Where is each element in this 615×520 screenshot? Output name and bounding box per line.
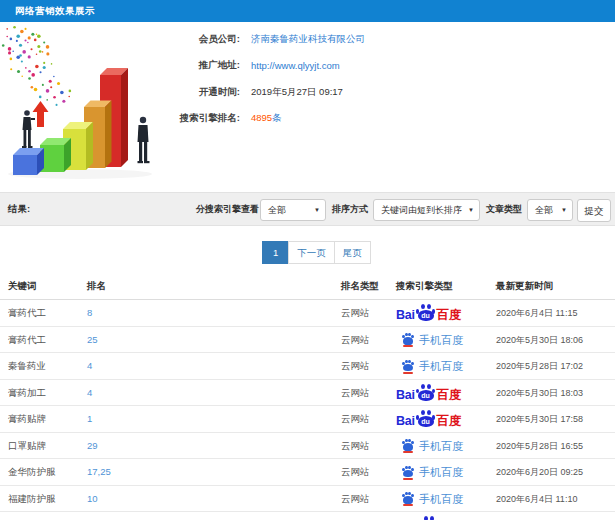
rank-link[interactable]: 4 xyxy=(87,353,92,380)
baidu-logo-icon: Bai du 百度 xyxy=(396,384,462,402)
keyword-cell: 金华防护服 xyxy=(8,459,56,486)
engine-cell: Bai du 百度 手机百度 xyxy=(396,406,462,433)
rank-type-cell: 云网站 xyxy=(341,486,370,513)
promotion-url-link[interactable]: http://www.qlyyjt.com xyxy=(251,60,340,71)
updated-cell: 2020年5月28日 17:02 xyxy=(496,353,583,380)
baidu-logo-icon: Bai du 百度 xyxy=(396,410,462,428)
summary-section: 会员公司: 济南秦鲁药业科技有限公司 推广地址: http://www.qlyy… xyxy=(0,22,615,192)
mobile-baidu-icon: 手机百度 xyxy=(402,327,463,354)
rank-link[interactable]: 10 xyxy=(87,486,98,513)
engine-cell: Bai du 百度 手机百度 xyxy=(396,433,463,460)
keyword-cell: 口罩贴牌 xyxy=(8,433,46,460)
chevron-down-icon: ▼ xyxy=(561,200,567,220)
results-table: 关键词 排名 排名类型 搜索引擎类型 最新更新时间 膏药代工 8 云网站 Bai… xyxy=(0,273,615,520)
engine-cell: Bai du 百度 手机百度 xyxy=(396,353,463,380)
header-updated: 最新更新时间 xyxy=(496,273,553,300)
sort-filter-select[interactable]: 关键词由短到长排序▼ xyxy=(373,199,480,221)
company-row: 会员公司: 济南秦鲁药业科技有限公司 xyxy=(78,26,498,53)
result-label: 结果: xyxy=(8,193,30,225)
table-row: 口罩贴牌 29 云网站 Bai du 百度 手机百度 2020年5月28日 16… xyxy=(0,433,615,460)
updated-cell: 2020年6月4日 11:10 xyxy=(496,486,577,513)
keyword-cell: 膏药代工 xyxy=(8,327,46,354)
rank-type-cell: 云网站 xyxy=(341,406,370,433)
table-row: 金华防护服 17,25 云网站 Bai du 百度 手机百度 2020年6月20… xyxy=(0,459,615,486)
engine-filter-label: 分搜索引擎查看 xyxy=(196,193,259,225)
page: 网络营销效果展示 xyxy=(0,0,615,520)
updated-cell: 2020年6月20日 09:25 xyxy=(496,459,583,486)
next-page-button[interactable]: 下一页 xyxy=(288,241,335,264)
rank-count: 4895 xyxy=(251,112,272,123)
table-row: 福建防护服 10 云网站 Bai du 百度 手机百度 2020年6月4日 11… xyxy=(0,486,615,513)
table-row: 膏药加工 4 云网站 Bai du 百度 手机百度 2020年5月30日 18:… xyxy=(0,380,615,407)
rank-type-cell: 云网站 xyxy=(341,327,370,354)
mobile-baidu-icon: 手机百度 xyxy=(402,353,463,380)
account-info: 会员公司: 济南秦鲁药业科技有限公司 推广地址: http://www.qlyy… xyxy=(78,26,498,132)
engine-cell: Bai du 百度 手机百度 xyxy=(396,486,463,513)
engine-cell: Bai du 百度 手机百度 xyxy=(396,459,463,486)
rank-type-cell: 云网站 xyxy=(341,433,370,460)
updated-cell: 2020年5月30日 17:58 xyxy=(496,406,583,433)
engine-rank-label: 搜索引擎排名: xyxy=(78,112,240,125)
title-bar: 网络营销效果展示 xyxy=(0,0,615,22)
page-title: 网络营销效果展示 xyxy=(15,0,95,22)
rank-type-cell: 云网站 xyxy=(341,353,370,380)
type-filter-select[interactable]: 全部▼ xyxy=(527,199,573,221)
engine-rank-row: 搜索引擎排名: 4895条 xyxy=(78,106,498,133)
keyword-cell: 秦鲁药业 xyxy=(8,353,46,380)
sort-filter-label: 排序方式 xyxy=(332,193,368,225)
keyword-cell: 膏药贴牌 xyxy=(8,406,46,433)
baidu-logo-icon: Bai du 百度 xyxy=(396,304,462,322)
table-row-partial: Bai du 百度 xyxy=(0,512,615,520)
table-row: 膏药代工 25 云网站 Bai du 百度 手机百度 2020年5月30日 18… xyxy=(0,327,615,354)
page-1-button[interactable]: 1 xyxy=(262,241,289,264)
table-header: 关键词 排名 排名类型 搜索引擎类型 最新更新时间 xyxy=(0,273,615,300)
table-row: 秦鲁药业 4 云网站 Bai du 百度 手机百度 2020年5月28日 17:… xyxy=(0,353,615,380)
rank-link[interactable]: 29 xyxy=(87,433,98,460)
header-rank: 排名 xyxy=(87,273,106,300)
url-label: 推广地址: xyxy=(78,59,240,72)
type-filter-label: 文章类型 xyxy=(486,193,522,225)
header-engine-type: 搜索引擎类型 xyxy=(396,273,453,300)
engine-cell: Bai du 百度 手机百度 xyxy=(396,380,462,407)
engine-cell: Bai du 百度 手机百度 xyxy=(396,300,462,327)
mobile-baidu-icon: 手机百度 xyxy=(402,459,463,486)
header-rank-type: 排名类型 xyxy=(341,273,379,300)
rank-type-cell: 云网站 xyxy=(341,459,370,486)
rank-type-cell: 云网站 xyxy=(341,380,370,407)
rank-link[interactable]: 1 xyxy=(87,406,92,433)
updated-cell: 2020年5月30日 18:06 xyxy=(496,327,583,354)
pagination: 1 下一页 尾页 xyxy=(262,241,371,264)
engine-cell: Bai du 百度 手机百度 xyxy=(396,327,463,354)
keyword-cell: 膏药代工 xyxy=(8,300,46,327)
mobile-baidu-icon: 手机百度 xyxy=(402,486,463,513)
last-page-button[interactable]: 尾页 xyxy=(334,241,371,264)
updated-cell: 2020年5月28日 16:55 xyxy=(496,433,583,460)
filter-bar: 结果: 分搜索引擎查看 全部▼ 排序方式 关键词由短到长排序▼ 文章类型 全部▼… xyxy=(0,192,615,226)
baidu-logo-icon: Bai du 百度 xyxy=(399,516,465,520)
table-row: 膏药代工 8 云网站 Bai du 百度 手机百度 2020年6月4日 11:1… xyxy=(0,300,615,327)
company-label: 会员公司: xyxy=(78,33,240,46)
rank-type-cell: 云网站 xyxy=(341,300,370,327)
open-time-value: 2019年5月27日 09:17 xyxy=(251,86,343,99)
rank-link[interactable]: 25 xyxy=(87,327,98,354)
keyword-cell: 膏药加工 xyxy=(8,380,46,407)
updated-cell: 2020年6月4日 11:15 xyxy=(496,300,577,327)
chevron-down-icon: ▼ xyxy=(314,200,320,220)
submit-button[interactable]: 提交 xyxy=(577,199,611,222)
open-time-row: 开通时间: 2019年5月27日 09:17 xyxy=(78,79,498,106)
engine-filter-select[interactable]: 全部▼ xyxy=(260,199,326,221)
rank-link[interactable]: 8 xyxy=(87,300,92,327)
table-row: 膏药贴牌 1 云网站 Bai du 百度 手机百度 2020年5月30日 17:… xyxy=(0,406,615,433)
url-row: 推广地址: http://www.qlyyjt.com xyxy=(78,53,498,80)
rank-unit: 条 xyxy=(272,112,282,123)
updated-cell: 2020年5月30日 18:03 xyxy=(496,380,583,407)
chevron-down-icon: ▼ xyxy=(468,200,474,220)
rank-link[interactable]: 17,25 xyxy=(87,459,111,486)
header-keyword: 关键词 xyxy=(8,273,37,300)
open-time-label: 开通时间: xyxy=(78,86,240,99)
mobile-baidu-icon: 手机百度 xyxy=(402,433,463,460)
company-link[interactable]: 济南秦鲁药业科技有限公司 xyxy=(251,33,365,46)
keyword-cell: 福建防护服 xyxy=(8,486,56,513)
rank-link[interactable]: 4 xyxy=(87,380,92,407)
